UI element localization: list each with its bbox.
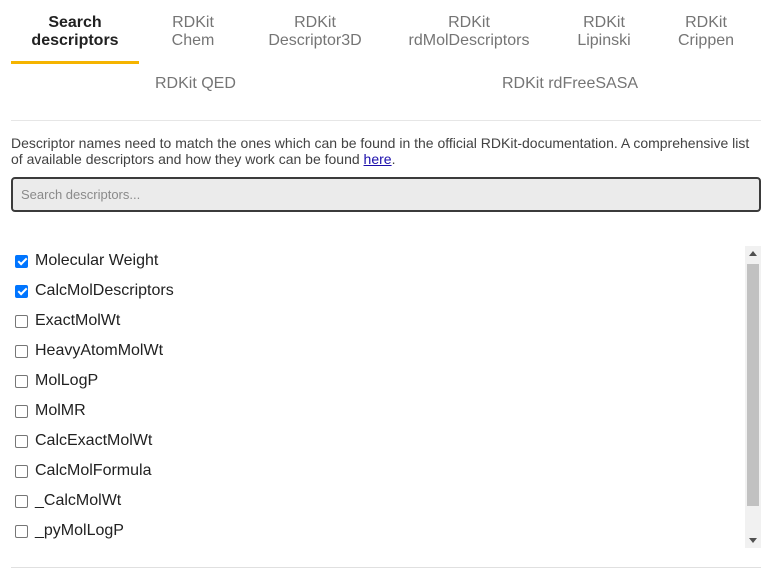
tab-label-line1: RDKit bbox=[583, 14, 625, 31]
tab-rdkit-descriptor3d[interactable]: RDKit Descriptor3D bbox=[261, 14, 369, 50]
descriptor-label: MolLogP bbox=[35, 372, 99, 389]
tab-label-line2: rdMolDescriptors bbox=[408, 32, 530, 49]
tab-rdkit-rdmoldescriptors[interactable]: RDKit rdMolDescriptors bbox=[399, 14, 539, 50]
documentation-link[interactable]: here bbox=[364, 151, 392, 167]
list-item[interactable]: HeavyAtomMolWt bbox=[11, 336, 731, 366]
tab-label-line1: RDKit bbox=[448, 14, 490, 31]
list-item[interactable]: CalcMolDescriptors bbox=[11, 276, 731, 306]
divider bbox=[11, 567, 761, 568]
list-item[interactable]: ExactMolWt bbox=[11, 306, 731, 336]
tab-rdkit-crippen[interactable]: RDKit Crippen bbox=[671, 14, 741, 50]
divider bbox=[11, 120, 761, 121]
checkbox[interactable] bbox=[15, 404, 28, 418]
tab-rdkit-lipinski[interactable]: RDKit Lipinski bbox=[569, 14, 639, 50]
list-item[interactable]: CalcExactMolWt bbox=[11, 426, 731, 456]
checkbox[interactable] bbox=[15, 464, 28, 478]
descriptor-label: HeavyAtomMolWt bbox=[35, 342, 164, 359]
scroll-up-arrow-icon[interactable] bbox=[749, 251, 757, 256]
descriptor-label: ExactMolWt bbox=[35, 312, 121, 329]
descriptor-label: CalcMolFormula bbox=[35, 462, 152, 479]
descriptor-label: Molecular Weight bbox=[35, 252, 159, 269]
scroll-down-arrow-icon[interactable] bbox=[749, 538, 757, 543]
list-item[interactable]: MolLogP bbox=[11, 366, 731, 396]
list-item[interactable]: Molecular Weight bbox=[11, 246, 731, 276]
tab-rdkit-chem[interactable]: RDKit Chem bbox=[158, 14, 228, 50]
descriptor-label: CalcExactMolWt bbox=[35, 432, 153, 449]
info-suffix: . bbox=[391, 151, 396, 167]
checkbox[interactable] bbox=[15, 434, 28, 448]
descriptor-label: MolMR bbox=[35, 402, 86, 419]
descriptor-label: _CalcMolWt bbox=[35, 492, 122, 509]
tab-label-line2: descriptors bbox=[31, 32, 119, 49]
info-text: Descriptor names need to match the ones … bbox=[11, 135, 763, 167]
tab-rdkit-rdfreesasa[interactable]: RDKit rdFreeSASA bbox=[502, 75, 638, 93]
tab-bar-row-1: Search descriptors RDKit Chem RDKit Desc… bbox=[0, 0, 770, 64]
checkbox[interactable] bbox=[15, 494, 28, 508]
tab-label-line2: Crippen bbox=[677, 32, 735, 49]
search-descriptors-input[interactable] bbox=[11, 177, 761, 212]
checkbox[interactable] bbox=[15, 524, 28, 538]
tab-label-line2: Descriptor3D bbox=[268, 32, 362, 49]
tab-rdkit-qed[interactable]: RDKit QED bbox=[155, 75, 236, 93]
checkbox[interactable] bbox=[15, 314, 28, 328]
tab-label-line1: RDKit bbox=[172, 14, 214, 31]
checkbox[interactable] bbox=[15, 284, 28, 298]
list-item[interactable]: _pyMolLogP bbox=[11, 516, 731, 546]
list-scrollbar[interactable] bbox=[745, 246, 761, 548]
checkbox[interactable] bbox=[15, 344, 28, 358]
tab-label-line1: Search bbox=[48, 14, 102, 31]
descriptor-list: Molecular Weight CalcMolDescriptors Exac… bbox=[11, 246, 761, 548]
tab-bar-row-2: RDKit QED RDKit rdFreeSASA bbox=[0, 64, 770, 120]
tab-label-line1: RDKit bbox=[685, 14, 727, 31]
scrollbar-thumb[interactable] bbox=[747, 264, 759, 506]
tab-search-descriptors[interactable]: Search descriptors bbox=[21, 14, 129, 50]
tab-label-line2: Chem bbox=[171, 32, 215, 49]
tab-label-line2: Lipinski bbox=[577, 32, 631, 49]
tab-label-line1: RDKit bbox=[294, 14, 336, 31]
descriptor-label: CalcMolDescriptors bbox=[35, 282, 174, 299]
descriptor-label: _pyMolLogP bbox=[35, 522, 124, 539]
list-item[interactable]: MolMR bbox=[11, 396, 731, 426]
checkbox[interactable] bbox=[15, 254, 28, 268]
list-item[interactable]: _CalcMolWt bbox=[11, 486, 731, 516]
list-item[interactable]: CalcMolFormula bbox=[11, 456, 731, 486]
checkbox[interactable] bbox=[15, 374, 28, 388]
